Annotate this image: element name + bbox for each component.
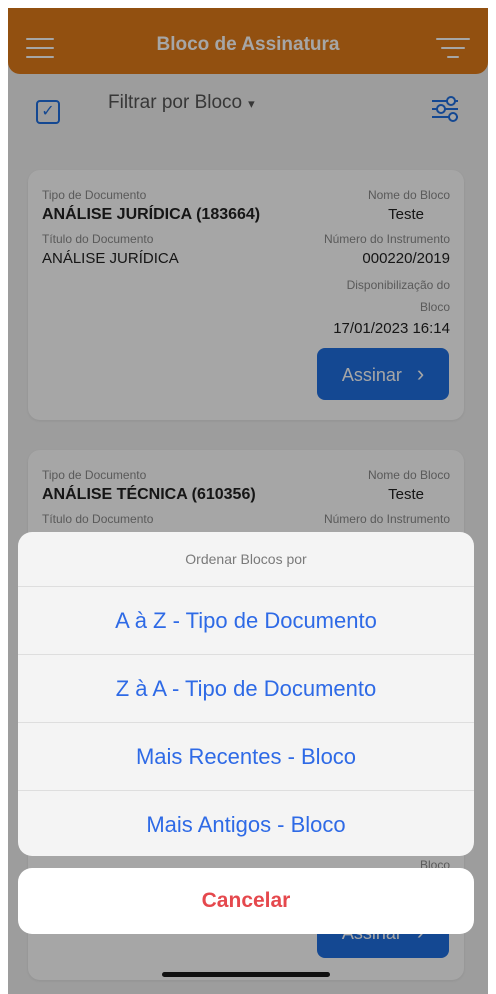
sort-option-a-z-tipo[interactable]: A à Z - Tipo de Documento	[18, 587, 474, 655]
sort-option-z-a-tipo[interactable]: Z à A - Tipo de Documento	[18, 655, 474, 723]
cancel-button[interactable]: Cancelar	[18, 868, 474, 934]
sheet-title: Ordenar Blocos por	[18, 532, 474, 587]
sort-option-mais-recentes[interactable]: Mais Recentes - Bloco	[18, 723, 474, 791]
app-screen: Bloco de Assinatura ✓ Filtrar por Bloco ▾…	[8, 8, 488, 994]
sort-option-mais-antigos[interactable]: Mais Antigos - Bloco	[18, 791, 474, 856]
sort-action-sheet: Ordenar Blocos por A à Z - Tipo de Docum…	[18, 532, 474, 856]
home-indicator	[162, 972, 330, 977]
